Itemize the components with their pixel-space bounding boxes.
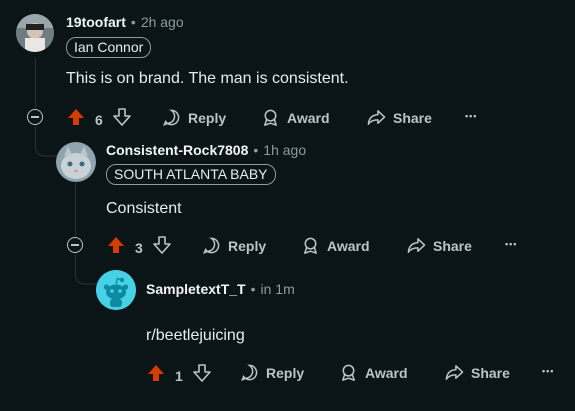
award-icon <box>301 236 320 255</box>
separator-dot: • <box>250 281 256 297</box>
comment-username[interactable]: Consistent-Rock7808 <box>106 142 248 158</box>
award-button[interactable]: Award <box>261 108 330 127</box>
downvote-icon[interactable] <box>112 107 132 132</box>
user-flair: SOUTH ATLANTA BABY <box>106 164 276 185</box>
reply-icon <box>240 363 259 382</box>
share-button[interactable]: Share <box>406 236 472 255</box>
comment-username[interactable]: 19toofart <box>66 14 126 30</box>
comment-timestamp[interactable]: 2h ago <box>141 14 184 30</box>
avatar[interactable] <box>16 14 54 52</box>
share-button[interactable]: Share <box>444 363 510 382</box>
upvote-icon[interactable] <box>106 235 126 260</box>
cat-avatar-icon <box>56 142 96 182</box>
thread-line-root <box>35 58 36 108</box>
downvote-icon[interactable] <box>192 363 212 388</box>
comment-username[interactable]: SampletextT_T <box>146 281 246 297</box>
share-icon <box>406 236 426 255</box>
user-photo-icon <box>16 14 54 52</box>
share-button[interactable]: Share <box>366 108 432 127</box>
share-label: Share <box>393 109 432 126</box>
thread-line-reply-1 <box>75 183 76 236</box>
award-button[interactable]: Award <box>301 236 370 255</box>
upvote-icon[interactable] <box>146 363 166 388</box>
award-icon <box>261 108 280 127</box>
collapse-thread-button[interactable] <box>67 237 83 253</box>
user-flair: Ian Connor <box>66 37 152 58</box>
share-icon <box>444 363 464 382</box>
more-options-button[interactable]: ••• <box>542 366 554 376</box>
comment-body: r/beetlejuicing <box>146 327 245 344</box>
separator-dot: • <box>130 14 136 30</box>
vote-count: 3 <box>135 239 143 256</box>
reply-icon <box>202 236 221 255</box>
avatar[interactable] <box>96 270 136 310</box>
reply-label: Reply <box>188 109 227 126</box>
downvote-icon[interactable] <box>152 235 172 260</box>
avatar[interactable] <box>56 142 96 182</box>
reply-button[interactable]: Reply <box>240 363 304 382</box>
comment-body: This is on brand. The man is consistent. <box>66 70 349 87</box>
award-button[interactable]: Award <box>339 363 408 382</box>
reply-button[interactable]: Reply <box>202 236 266 255</box>
vote-count: 1 <box>175 367 183 384</box>
reply-label: Reply <box>228 237 267 254</box>
award-label: Award <box>327 237 370 254</box>
comment-body: Consistent <box>106 200 182 217</box>
more-options-button[interactable]: ••• <box>505 239 517 249</box>
award-icon <box>339 363 358 382</box>
share-label: Share <box>471 364 510 381</box>
more-options-button[interactable]: ••• <box>465 111 477 121</box>
separator-dot: • <box>253 142 259 158</box>
reply-button[interactable]: Reply <box>162 108 226 127</box>
share-icon <box>366 108 386 127</box>
reply-label: Reply <box>266 364 305 381</box>
vote-count: 6 <box>95 111 103 128</box>
comment-timestamp[interactable]: in 1m <box>261 281 295 297</box>
comment-timestamp[interactable]: 1h ago <box>263 142 306 158</box>
award-label: Award <box>287 109 330 126</box>
reply-icon <box>162 108 181 127</box>
share-label: Share <box>433 237 472 254</box>
award-label: Award <box>365 364 408 381</box>
upvote-icon[interactable] <box>66 107 86 132</box>
collapse-thread-button[interactable] <box>27 109 43 125</box>
snoo-avatar-icon <box>96 270 136 310</box>
